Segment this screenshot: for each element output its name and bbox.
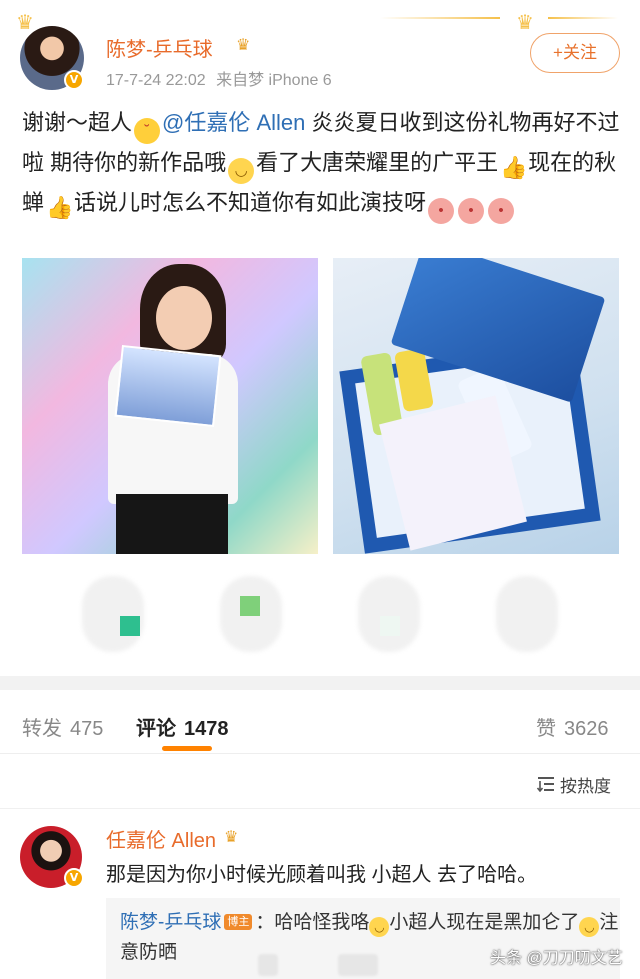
decor-gold-line — [380, 17, 500, 19]
post-photo-gift-box[interactable] — [333, 258, 619, 554]
post-text-part: 谢谢～超人 — [22, 110, 133, 135]
blurred-blob — [358, 576, 420, 652]
post-meta: 17-7-24 22:02 来自梦 iPhone 6 — [106, 66, 332, 90]
follow-button[interactable]: +关注 — [530, 33, 620, 73]
tab-comment[interactable]: 评论 1478 — [136, 712, 229, 741]
smile-emoji-icon: ◡ — [228, 158, 255, 184]
weibo-post: ♛ ♛ V 陈梦-乒乓球 ♛ 17-7-24 22:02 来自梦 iPhone … — [0, 0, 640, 676]
post-text-part: 话说儿时怎么不知道你有如此演技呀 — [74, 190, 427, 215]
post-text-part: 看了大唐荣耀里的广平王 — [256, 150, 499, 175]
blurred-square — [240, 596, 260, 616]
blurred-patch — [258, 954, 278, 976]
tab-label: 评论 — [136, 718, 176, 740]
active-tab-indicator — [162, 746, 212, 751]
engagement-tabs: 转发 475 评论 1478 赞 3626 — [0, 690, 640, 754]
author-name[interactable]: 陈梦-乒乓球 — [106, 33, 213, 62]
crown-vip-icon: ♛ — [236, 35, 251, 54]
blurred-blob — [82, 576, 144, 652]
comment-text: 那是因为你小时候光顾着叫我 小超人 去了哈哈。 — [106, 864, 538, 886]
post-source: 来自梦 iPhone 6 — [216, 72, 332, 89]
photo-figure — [116, 494, 228, 554]
reply-text-part: ：哈哈怪我咯 — [255, 912, 370, 933]
tongue-emoji-icon: ˘ — [134, 118, 161, 144]
blurred-square — [380, 616, 400, 636]
verified-v-icon: V — [64, 70, 84, 90]
divider — [0, 808, 640, 809]
tab-count: 475 — [70, 718, 104, 740]
tab-count: 1478 — [184, 718, 229, 740]
watermark: 头条 @刀刀叨文艺 — [490, 950, 623, 967]
crown-decor-icon: ♛ — [516, 10, 534, 34]
decor-gold-line — [548, 17, 618, 19]
host-badge: 博主 — [224, 914, 253, 930]
post-timestamp: 17-7-24 22:02 — [106, 72, 206, 89]
verified-v-icon: V — [64, 868, 84, 888]
thumbs-up-emoji-icon: 👍 — [46, 195, 74, 220]
post-body: 谢谢～超人 ˘ @任嘉伦 Allen 炎炎夏日收到这份礼物再好不过啦 期待你的新作品… — [22, 104, 622, 224]
tab-label: 赞 — [536, 718, 556, 740]
grin-emoji-icon: ◡ — [369, 917, 390, 937]
tab-repost[interactable]: 转发 475 — [22, 712, 103, 741]
commenter-name[interactable]: 任嘉伦 Allen — [106, 824, 216, 853]
reply-text-part: 小超人现在是黑加仑了 — [389, 912, 580, 933]
crown-vip-icon: ♛ — [224, 827, 239, 846]
blurred-patch — [338, 954, 378, 976]
blurred-square — [120, 616, 140, 636]
photo-gift-box — [114, 344, 222, 428]
mention-link[interactable]: @任嘉伦 Allen — [162, 110, 305, 135]
blurred-blob — [496, 576, 558, 652]
blurred-overlay-row — [0, 572, 640, 658]
sort-by-hot-button[interactable]: 按热度 — [536, 772, 611, 797]
thumbs-up-emoji-icon: 👍 — [500, 155, 528, 180]
photo-figure — [156, 286, 212, 350]
tab-like[interactable]: 赞 3626 — [536, 712, 609, 741]
sort-icon — [536, 777, 554, 792]
grin-emoji-icon: ◡ — [579, 917, 600, 937]
tab-label: 转发 — [22, 718, 62, 740]
pig-emoji-icon: • — [488, 198, 515, 224]
pig-emoji-icon: • — [458, 198, 485, 224]
section-gap — [0, 676, 640, 690]
pig-emoji-icon: • — [428, 198, 455, 224]
crown-decor-icon: ♛ — [16, 10, 34, 34]
tab-count: 3626 — [564, 718, 609, 740]
reply-author-name[interactable]: 陈梦-乒乓球 — [120, 912, 221, 933]
post-photo-girl-with-gift[interactable] — [22, 258, 318, 554]
sort-label: 按热度 — [560, 777, 611, 796]
